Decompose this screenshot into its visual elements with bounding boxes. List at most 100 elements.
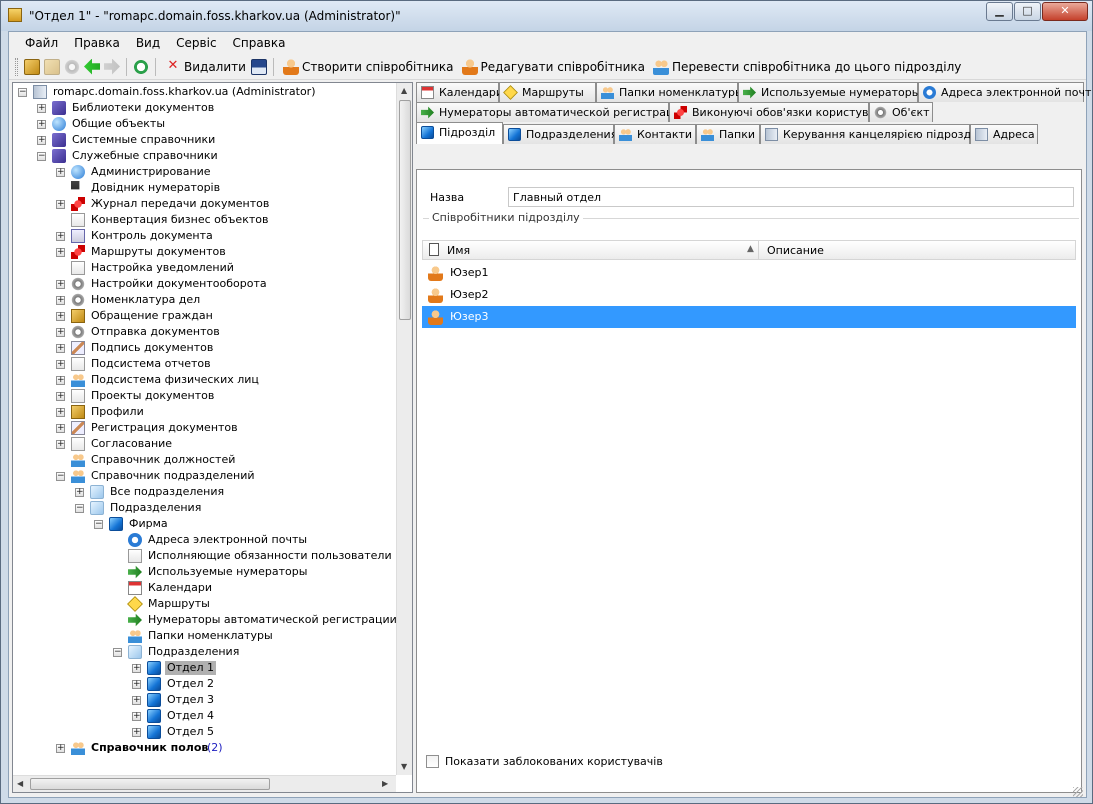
- tree-item[interactable]: + Обращение граждан: [13, 308, 396, 324]
- collapse-icon[interactable]: −: [37, 152, 46, 161]
- expand-icon[interactable]: +: [132, 680, 141, 689]
- column-divider[interactable]: [758, 241, 759, 259]
- tree-item[interactable]: + Настройки документооборота: [13, 276, 396, 292]
- tree-item[interactable]: + Маршруты документов: [13, 244, 396, 260]
- tab-address[interactable]: Адреса: [970, 124, 1038, 144]
- tab-folders[interactable]: Папки: [696, 124, 760, 144]
- tree-item[interactable]: + Подсистема физических лиц: [13, 372, 396, 388]
- tab-object[interactable]: Об'єкт: [869, 102, 933, 122]
- menu-edit[interactable]: Правка: [66, 36, 128, 50]
- tree-item[interactable]: + Журнал передачи документов: [13, 196, 396, 212]
- collapse-icon[interactable]: −: [94, 520, 103, 529]
- tree-hscroll-thumb[interactable]: [30, 778, 270, 790]
- expand-icon[interactable]: +: [56, 232, 65, 241]
- delete-button[interactable]: ✕ Видалити: [160, 56, 249, 78]
- tree-item[interactable]: − Служебные справочники: [13, 148, 396, 164]
- tree-item[interactable]: + Отдел 4: [13, 708, 396, 724]
- tree-item[interactable]: − romapc.domain.foss.kharkov.ua (Administ…: [13, 84, 396, 100]
- scroll-left-icon[interactable]: ◀: [17, 779, 23, 788]
- expand-icon[interactable]: +: [132, 664, 141, 673]
- tree-item[interactable]: + Подпись документов: [13, 340, 396, 356]
- tree-item[interactable]: Маршруты: [13, 596, 396, 612]
- save-icon[interactable]: [250, 58, 267, 75]
- tree-item[interactable]: + Номенклатура дел: [13, 292, 396, 308]
- expand-icon[interactable]: +: [56, 296, 65, 305]
- expand-icon[interactable]: +: [56, 744, 65, 753]
- back-icon[interactable]: [84, 58, 100, 75]
- expand-icon[interactable]: +: [56, 328, 65, 337]
- refresh-icon[interactable]: [133, 58, 149, 75]
- close-folder-icon[interactable]: [44, 58, 60, 75]
- tree-item[interactable]: + Справочник полов (2): [13, 740, 396, 756]
- expand-icon[interactable]: +: [37, 136, 46, 145]
- collapse-icon[interactable]: −: [56, 472, 65, 481]
- tree-item[interactable]: − Подразделения: [13, 500, 396, 516]
- menu-service[interactable]: Сервіс: [168, 36, 224, 50]
- tree-scroll-thumb[interactable]: [399, 100, 411, 320]
- tree-item[interactable]: + Библиотеки документов: [13, 100, 396, 116]
- expand-icon[interactable]: +: [56, 280, 65, 289]
- tree-item[interactable]: + Регистрация документов: [13, 420, 396, 436]
- employees-list[interactable]: Имя ▲ Описание Юзер1 Юзер2 Юзер3: [422, 240, 1076, 742]
- show-blocked-label[interactable]: Показати заблокованих користувачів: [445, 755, 663, 768]
- expand-icon[interactable]: +: [56, 360, 65, 369]
- tree-item[interactable]: Справочник должностей: [13, 452, 396, 468]
- expand-icon[interactable]: +: [37, 120, 46, 129]
- collapse-icon[interactable]: −: [18, 88, 27, 97]
- collapse-icon[interactable]: −: [75, 504, 84, 513]
- toolbar-grip[interactable]: [15, 57, 18, 76]
- tree-item[interactable]: + Согласование: [13, 436, 396, 452]
- tab-department[interactable]: Підрозділ: [416, 122, 503, 144]
- expand-icon[interactable]: +: [132, 712, 141, 721]
- tree-item[interactable]: + Подсистема отчетов: [13, 356, 396, 372]
- expand-icon[interactable]: +: [56, 344, 65, 353]
- tree-item[interactable]: Папки номенклатуры: [13, 628, 396, 644]
- expand-icon[interactable]: +: [37, 104, 46, 113]
- tab-nomenclature-folders[interactable]: Папки номенклатуры: [596, 82, 744, 102]
- tree-item[interactable]: + Проекты документов: [13, 388, 396, 404]
- expand-icon[interactable]: +: [56, 376, 65, 385]
- edit-employee-button[interactable]: Редагувати співробітника: [457, 56, 648, 78]
- tree-item[interactable]: − Справочник подразделений: [13, 468, 396, 484]
- column-name-header[interactable]: Имя: [447, 244, 470, 257]
- menu-help[interactable]: Справка: [225, 36, 294, 50]
- open-icon[interactable]: [24, 58, 40, 75]
- scroll-up-icon[interactable]: ▲: [401, 86, 407, 95]
- tree-vertical-scrollbar[interactable]: ▲ ▼: [396, 83, 412, 775]
- tab-acting-users[interactable]: Виконуючі обов'язки користувачі: [669, 102, 885, 122]
- tree-item[interactable]: + Администрирование: [13, 164, 396, 180]
- tree-item[interactable]: Довідник нумераторів: [13, 180, 396, 196]
- tree-item[interactable]: + Отдел 1: [13, 660, 396, 676]
- transfer-employee-button[interactable]: Перевести співробітника до цього підрозд…: [648, 56, 964, 78]
- tree-horizontal-scrollbar[interactable]: ◀ ▶: [13, 775, 396, 792]
- tree-item[interactable]: Конвертация бизнес объектов: [13, 212, 396, 228]
- close-button[interactable]: ✕: [1042, 2, 1088, 21]
- menu-file[interactable]: Файл: [17, 36, 66, 50]
- employee-row[interactable]: Юзер2: [422, 284, 1076, 306]
- column-description-header[interactable]: Описание: [767, 244, 824, 257]
- expand-icon[interactable]: +: [56, 424, 65, 433]
- tree-item[interactable]: + Профили: [13, 404, 396, 420]
- expand-icon[interactable]: +: [56, 440, 65, 449]
- expand-icon[interactable]: +: [56, 408, 65, 417]
- tree-item[interactable]: + Отдел 3: [13, 692, 396, 708]
- tree-item[interactable]: + Общие объекты: [13, 116, 396, 132]
- expand-icon[interactable]: +: [132, 728, 141, 737]
- tab-routes[interactable]: Маршруты: [499, 82, 596, 102]
- resize-grip-icon[interactable]: [1073, 787, 1083, 797]
- tree-item[interactable]: Настройка уведомлений: [13, 260, 396, 276]
- tree-item[interactable]: − Фирма: [13, 516, 396, 532]
- create-employee-button[interactable]: Створити співробітника: [278, 56, 457, 78]
- tab-calendars[interactable]: Календари: [416, 82, 503, 102]
- collapse-icon[interactable]: −: [113, 648, 122, 657]
- tree-item[interactable]: Используемые нумераторы: [13, 564, 396, 580]
- employee-row-selected[interactable]: Юзер3: [422, 306, 1076, 328]
- tree-item[interactable]: − Подразделения: [13, 644, 396, 660]
- maximize-button[interactable]: □: [1014, 2, 1041, 21]
- scroll-down-icon[interactable]: ▼: [401, 762, 407, 771]
- tab-subdivisions[interactable]: Подразделения: [503, 124, 617, 144]
- expand-icon[interactable]: +: [75, 488, 84, 497]
- tree-item[interactable]: Адреса электронной почты: [13, 532, 396, 548]
- navigation-tree[interactable]: − romapc.domain.foss.kharkov.ua (Administ…: [12, 82, 413, 793]
- tab-office-management[interactable]: Керування канцелярією підрозділу: [760, 124, 988, 144]
